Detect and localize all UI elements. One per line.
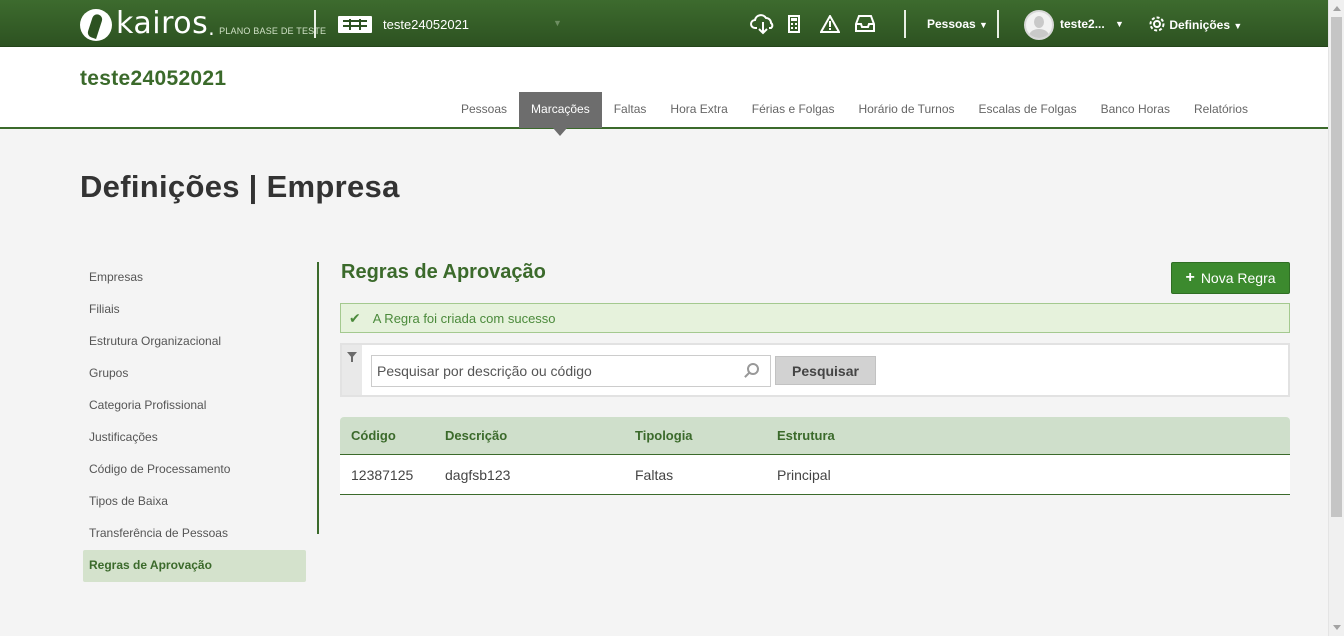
user-name: teste2... (1060, 17, 1105, 31)
avatar (1024, 10, 1054, 40)
search-input[interactable] (371, 355, 771, 387)
divider (997, 10, 999, 38)
calculator-icon[interactable] (788, 15, 800, 38)
cell-codigo: 12387125 (351, 467, 414, 483)
logo-text: kairos (116, 6, 209, 41)
tab-ferias-folgas[interactable]: Férias e Folgas (740, 92, 847, 128)
scroll-down-icon[interactable] (1333, 625, 1341, 630)
tab-escalas-folgas[interactable]: Escalas de Folgas (967, 92, 1089, 128)
sidemenu-item-categoria-profissional[interactable]: Categoria Profissional (83, 390, 306, 422)
company-header: teste24052021 Pessoas Marcações Faltas H… (0, 47, 1328, 136)
sidemenu-item-justificacoes[interactable]: Justificações (83, 422, 306, 454)
gear-icon (1149, 16, 1165, 32)
column-header-tipologia[interactable]: Tipologia (635, 428, 693, 443)
divider (904, 10, 906, 38)
scrollbar-thumb[interactable] (1331, 17, 1342, 517)
tab-banco-horas[interactable]: Banco Horas (1089, 92, 1182, 128)
settings-sidemenu: Empresas Filiais Estrutura Organizaciona… (83, 262, 319, 582)
search-panel: Pesquisar (340, 343, 1290, 397)
tab-pessoas[interactable]: Pessoas (449, 92, 519, 128)
search-button[interactable]: Pesquisar (775, 356, 876, 385)
tab-faltas[interactable]: Faltas (602, 92, 659, 128)
rules-table: Código Descrição Tipologia Estrutura 123… (340, 417, 1290, 495)
warning-icon[interactable] (819, 13, 841, 38)
tab-relatorios[interactable]: Relatórios (1182, 92, 1260, 128)
vertical-scrollbar[interactable] (1328, 0, 1344, 636)
company-building-icon (338, 16, 372, 33)
column-header-descricao[interactable]: Descrição (445, 428, 507, 443)
cell-estrutura: Principal (777, 467, 831, 483)
table-row[interactable]: 12387125 dagfsb123 Faltas Principal (340, 455, 1290, 495)
sidemenu-item-empresas[interactable]: Empresas (83, 262, 306, 294)
settings-menu[interactable]: Definições ▼ (1148, 15, 1242, 33)
table-header: Código Descrição Tipologia Estrutura (340, 417, 1290, 455)
people-menu-label: Pessoas (927, 17, 976, 31)
tab-horario-turnos[interactable]: Horário de Turnos (846, 92, 966, 128)
tab-hora-extra[interactable]: Hora Extra (658, 92, 739, 128)
chevron-down-icon: ▼ (553, 18, 562, 28)
chevron-down-icon: ▼ (1115, 19, 1124, 29)
column-header-codigo[interactable]: Código (351, 428, 396, 443)
top-navbar: kairos . PLANO BASE DE TESTE teste240520… (0, 0, 1328, 47)
cell-tipologia: Faltas (635, 467, 674, 483)
inbox-icon[interactable] (855, 15, 875, 37)
chevron-down-icon: ▼ (1233, 21, 1243, 31)
sidemenu-item-codigo-processamento[interactable]: Código de Processamento (83, 454, 306, 486)
company-title: teste24052021 (80, 67, 227, 90)
column-header-estrutura[interactable]: Estrutura (777, 428, 835, 443)
filter-icon (347, 352, 357, 362)
sidemenu-item-transferencia-pessoas[interactable]: Transferência de Pessoas (83, 518, 306, 550)
plus-icon: + (1185, 269, 1195, 286)
cloud-download-icon[interactable] (750, 13, 776, 40)
checkmark-icon: ✔ (349, 309, 361, 326)
alert-message: A Regra foi criada com sucesso (372, 310, 556, 326)
sidemenu-item-grupos[interactable]: Grupos (83, 358, 306, 390)
kairos-logo[interactable]: kairos . PLANO BASE DE TESTE (80, 5, 326, 41)
page-title: Definições | Empresa (80, 169, 400, 204)
sidemenu-item-regras-aprovacao[interactable]: Regras de Aprovação (83, 550, 306, 582)
sidemenu-item-estrutura-organizacional[interactable]: Estrutura Organizacional (83, 326, 306, 358)
scroll-up-icon[interactable] (1333, 6, 1341, 11)
settings-menu-label: Definições (1169, 18, 1231, 32)
people-menu[interactable]: Pessoas ▼ (927, 17, 988, 31)
sidemenu-item-tipos-baixa[interactable]: Tipos de Baixa (83, 486, 306, 518)
search-icon (747, 363, 759, 375)
divider (314, 10, 316, 38)
company-selector-label: teste24052021 (383, 17, 470, 32)
kairos-logo-icon (80, 9, 112, 41)
chevron-down-icon: ▼ (979, 20, 988, 30)
new-rule-button-label: Nova Regra (1200, 270, 1276, 286)
cell-descricao: dagfsb123 (445, 467, 511, 483)
plan-label: PLANO BASE DE TESTE (219, 26, 327, 36)
sidemenu-item-filiais[interactable]: Filiais (83, 294, 306, 326)
main-nav: Pessoas Marcações Faltas Hora Extra Féri… (449, 92, 1260, 136)
new-rule-button[interactable]: + Nova Regra (1171, 262, 1290, 294)
tab-marcacoes[interactable]: Marcações (519, 92, 602, 136)
logo-dot: . (208, 16, 216, 40)
filter-toggle[interactable] (342, 345, 362, 395)
success-alert: ✔ A Regra foi criada com sucesso (340, 303, 1290, 333)
section-title: Regras de Aprovação (341, 261, 546, 283)
